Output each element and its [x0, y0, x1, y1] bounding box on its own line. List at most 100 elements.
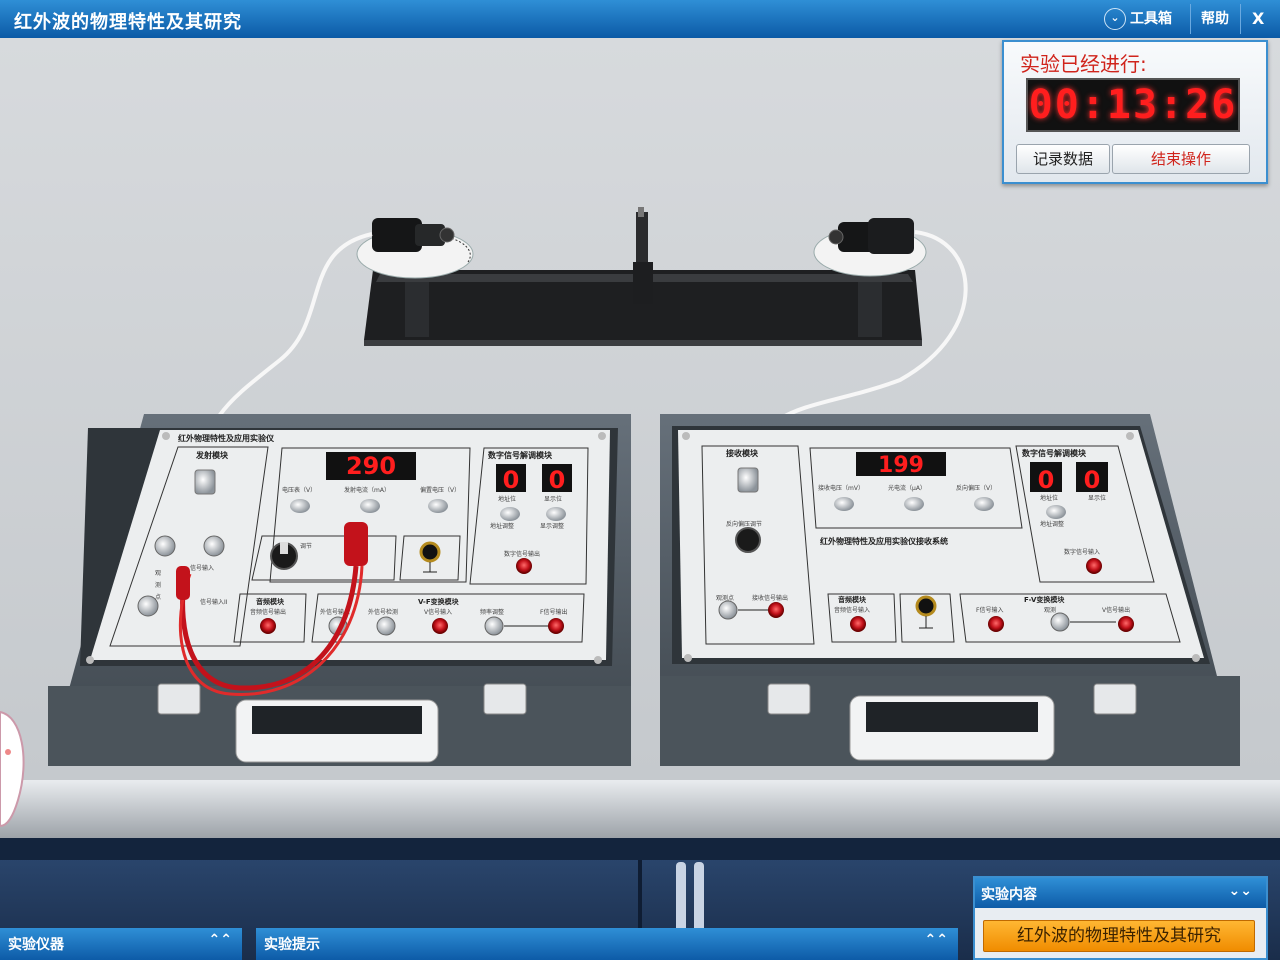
bnc-connector[interactable]	[1050, 612, 1070, 632]
case-latch[interactable]	[157, 683, 201, 715]
digit-display: 0	[1084, 466, 1101, 494]
meter-label-current: 发射电流（mA）	[344, 486, 390, 494]
side-label: 点	[155, 593, 161, 601]
digital-input-jack[interactable]	[1086, 558, 1102, 574]
display-adjust-label: 显示调整	[540, 522, 564, 530]
receiver-instrument: 接收模块 反向偏压调节 观测点 接收信号输出 199 接收电压（mV） 光电流（…	[660, 414, 1240, 766]
close-button[interactable]: X	[1252, 0, 1264, 38]
chevron-down-icon[interactable]: ⌄⌄	[1229, 883, 1252, 899]
meter-select-button[interactable]	[360, 499, 380, 513]
transmitter-instrument: 红外物理特性及应用实验仪 发射模块 290 电压表（V） 发射电流（mA） 偏置…	[48, 414, 631, 766]
system-title: 红外物理特性及应用实验仪接收系统	[820, 536, 948, 546]
cabinet-handle[interactable]	[694, 862, 704, 932]
frequency-adjust-knob[interactable]	[484, 616, 504, 636]
experiment-item[interactable]: 红外波的物理特性及其研究	[983, 920, 1255, 952]
ground-jack[interactable]	[419, 541, 441, 563]
display-adjust-button[interactable]	[546, 507, 566, 521]
cabinet-shadow	[0, 838, 1280, 860]
digit-address-label: 地址位	[498, 495, 516, 503]
vf-label: V信号输入	[424, 608, 452, 616]
case-latch[interactable]	[1093, 683, 1137, 715]
record-data-button[interactable]: 记录数据	[1016, 144, 1110, 174]
bias-knob-label: 反向偏压调节	[726, 520, 762, 528]
digit-display: 0	[549, 466, 566, 494]
f-signal-output-jack[interactable]	[548, 618, 564, 634]
instruments-panel-header[interactable]: 实验仪器 ⌃⌃	[0, 928, 242, 960]
chevron-up-icon[interactable]: ⌃⌃	[925, 932, 948, 948]
hints-panel-header[interactable]: 实验提示 ⌃⌃	[256, 928, 958, 960]
vf-label: F信号输出	[540, 608, 567, 616]
timer-display: 00:13:26	[1026, 78, 1240, 132]
chevron-up-icon[interactable]: ⌃⌃	[209, 932, 232, 948]
cabinet-handle[interactable]	[676, 862, 686, 932]
audio-output-label: 音频信号输出	[250, 608, 286, 616]
content-panel: 实验内容 ⌄⌄ 红外波的物理特性及其研究	[973, 876, 1268, 960]
bnc-connector[interactable]	[154, 535, 176, 557]
bnc-label: 信号输入	[190, 564, 214, 572]
app-title: 红外波的物理特性及其研究	[14, 12, 242, 33]
meter-select-button[interactable]	[834, 497, 854, 511]
transmitter-display-value: 290	[346, 452, 396, 480]
receiver-display-value: 199	[878, 453, 924, 478]
audio-module-label: 音频模块	[838, 595, 867, 604]
address-adjust-label: 地址调整	[1040, 520, 1064, 528]
vf-label: 外信号检测	[368, 608, 398, 616]
toolbox-label: 工具箱	[1130, 11, 1172, 27]
bias-knob[interactable]	[735, 527, 761, 553]
bnc-connector[interactable]	[718, 600, 738, 620]
audio-module-label: 音频模块	[256, 597, 285, 606]
emit-module-label: 发射模块	[195, 450, 229, 460]
v-signal-input-jack[interactable]	[432, 618, 448, 634]
f-signal-input-jack[interactable]	[988, 616, 1004, 632]
timer-panel: 实验已经进行: 00:13:26 记录数据 结束操作	[1002, 40, 1268, 184]
digit-address: 0	[1038, 466, 1055, 494]
digital-output-label: 数字信号输出	[504, 550, 540, 558]
toolbox-button[interactable]: ⌄ 工具箱	[1104, 0, 1172, 38]
digit-address: 0	[503, 466, 520, 494]
end-operation-button[interactable]: 结束操作	[1112, 144, 1250, 174]
digital-input-label: 数字信号输入	[1064, 548, 1100, 556]
vf-module-label: V-F变换模块	[418, 597, 460, 606]
meter-select-button[interactable]	[428, 499, 448, 513]
transmitter-heading: 红外物理特性及应用实验仪	[178, 433, 275, 443]
table-edge	[0, 780, 1280, 840]
observe-label: 观测点	[716, 594, 734, 602]
divider	[1190, 4, 1191, 34]
audio-output-jack[interactable]	[260, 618, 276, 634]
meter-select-button[interactable]	[904, 497, 924, 511]
digital-module-label: 数字信号解调模块	[488, 450, 553, 460]
fv-module-label: F-V变换模块	[1024, 595, 1065, 604]
side-label: 测	[155, 581, 161, 589]
digital-output-jack[interactable]	[516, 558, 532, 574]
digital-module-label: 数字信号解调模块	[1022, 448, 1087, 458]
red-plug[interactable]	[344, 522, 368, 566]
v-signal-output-jack[interactable]	[1118, 616, 1134, 632]
address-adjust-button[interactable]	[500, 507, 520, 521]
digit-display-label: 显示位	[544, 495, 562, 503]
vf-label: 频率调整	[480, 608, 504, 616]
address-adjust-button[interactable]	[1046, 505, 1066, 519]
meter-select-button[interactable]	[290, 499, 310, 513]
case-latch[interactable]	[767, 683, 811, 715]
digit-display-label: 显示位	[1088, 494, 1106, 502]
case-latch[interactable]	[483, 683, 527, 715]
meter-select-button[interactable]	[974, 497, 994, 511]
ground-jack[interactable]	[915, 595, 937, 617]
hints-label: 实验提示	[264, 937, 320, 953]
emitter-connector[interactable]	[194, 469, 216, 495]
receiver-connector[interactable]	[737, 467, 759, 493]
bnc-connector[interactable]	[203, 535, 225, 557]
instruments-label: 实验仪器	[8, 937, 64, 953]
meter-label-bias: 偏置电压（V）	[420, 486, 460, 494]
content-label: 实验内容	[981, 887, 1037, 903]
digit-address-label: 地址位	[1040, 494, 1058, 502]
signal-in2-label: 信号输入II	[200, 598, 228, 606]
help-button[interactable]: 帮助	[1201, 0, 1229, 38]
red-plug[interactable]	[176, 566, 190, 600]
bnc-connector[interactable]	[376, 616, 396, 636]
fv-label: F信号输入	[976, 606, 1003, 614]
content-panel-header[interactable]: 实验内容 ⌄⌄	[975, 878, 1266, 908]
audio-input-jack[interactable]	[850, 616, 866, 632]
recv-output-jack[interactable]	[768, 602, 784, 618]
meter-label: 光电流（μA）	[888, 484, 926, 492]
